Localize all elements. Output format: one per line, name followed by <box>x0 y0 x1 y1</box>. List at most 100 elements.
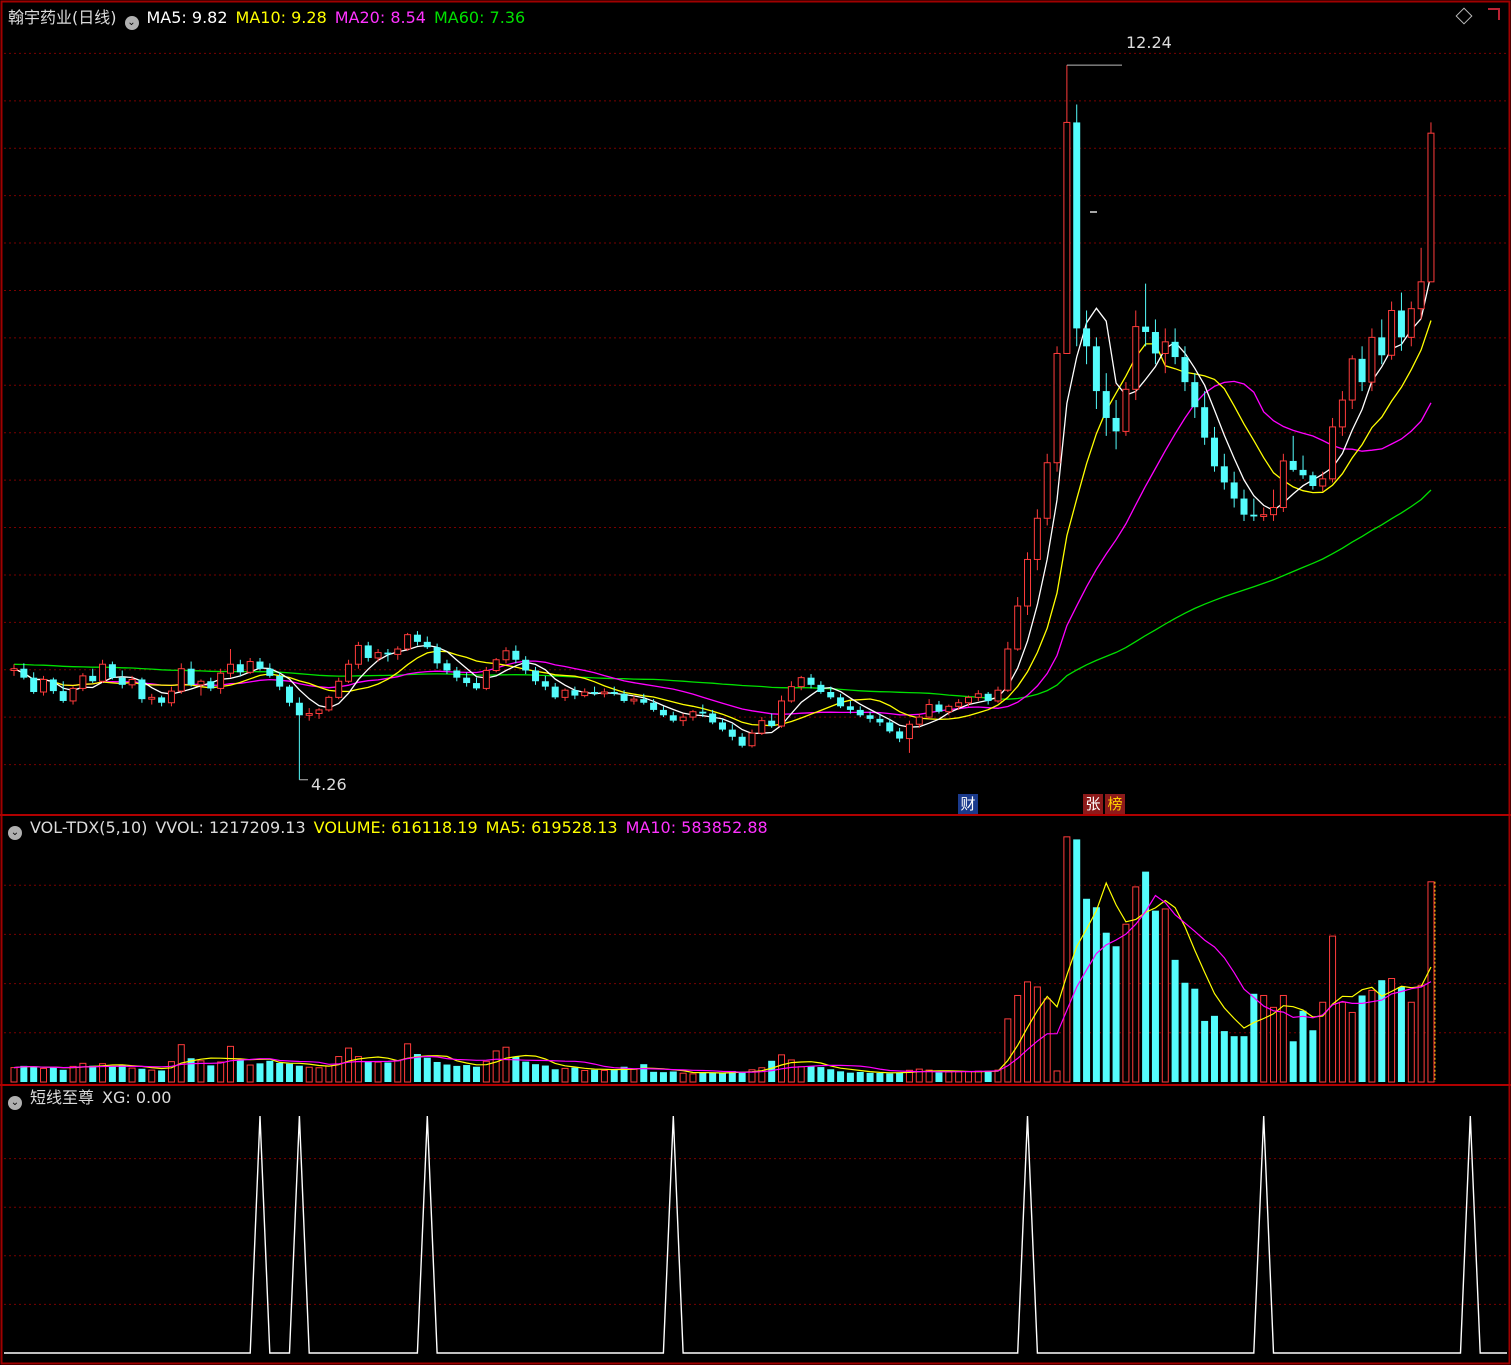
candle[interactable] <box>1063 65 1071 354</box>
candle[interactable] <box>905 720 913 753</box>
candle[interactable] <box>1358 346 1366 392</box>
candle[interactable] <box>266 663 274 678</box>
candle[interactable] <box>1260 507 1268 521</box>
volume-bar[interactable] <box>984 1070 992 1082</box>
candle[interactable] <box>1112 400 1120 450</box>
volume-bar[interactable] <box>610 1069 618 1082</box>
candle[interactable] <box>581 688 589 698</box>
volume-bar[interactable] <box>364 1061 372 1082</box>
candle[interactable] <box>728 724 736 741</box>
candle[interactable] <box>1191 373 1199 418</box>
volume-bar[interactable] <box>1329 935 1337 1083</box>
volume-bar[interactable] <box>1407 1001 1415 1083</box>
settings-toggle-icon[interactable]: ⌄ <box>124 16 139 30</box>
candle[interactable] <box>896 727 904 743</box>
volume-bar[interactable] <box>158 1070 166 1082</box>
volume-bar[interactable] <box>797 1066 805 1083</box>
volume-bar[interactable] <box>994 1069 1002 1083</box>
candle[interactable] <box>778 695 786 728</box>
candle[interactable] <box>138 677 146 703</box>
candle[interactable] <box>364 641 372 662</box>
candle[interactable] <box>502 647 510 664</box>
volume-bar[interactable] <box>236 1059 244 1082</box>
volume-bar[interactable] <box>423 1057 431 1082</box>
candle[interactable] <box>404 632 412 651</box>
volume-bar[interactable] <box>345 1047 353 1083</box>
candle[interactable] <box>1201 391 1209 445</box>
candle[interactable] <box>158 695 166 707</box>
volume-bar[interactable] <box>1014 994 1022 1083</box>
volume-settings-icon[interactable]: ⌄ <box>8 826 22 840</box>
corner-arrow-icon[interactable] <box>1488 8 1500 20</box>
volume-bar[interactable] <box>571 1067 579 1082</box>
stock-chart-window[interactable]: 翰宇药业(日线) ⌄ MA5: 9.82 MA10: 9.28 MA20: 8.54 MA… <box>0 0 1511 1365</box>
volume-bar[interactable] <box>443 1064 451 1082</box>
finance-tag[interactable]: 财 <box>958 794 978 814</box>
candle[interactable] <box>236 659 244 676</box>
candle[interactable] <box>758 717 766 735</box>
volume-bar[interactable] <box>1250 993 1258 1082</box>
volume-bar[interactable] <box>108 1066 116 1082</box>
candle[interactable] <box>108 661 116 680</box>
volume-bar[interactable] <box>1220 1031 1228 1082</box>
volume-bar[interactable] <box>207 1065 215 1082</box>
volume-bar[interactable] <box>79 1062 87 1083</box>
volume-bar[interactable] <box>1043 998 1051 1083</box>
volume-bar[interactable] <box>335 1056 343 1083</box>
volume-bar[interactable] <box>522 1061 530 1082</box>
volume-bar[interactable] <box>1063 836 1071 1083</box>
volume-bar[interactable] <box>286 1063 294 1082</box>
volume-bar[interactable] <box>846 1072 854 1082</box>
candle[interactable] <box>30 672 38 694</box>
volume-bar[interactable] <box>591 1069 599 1082</box>
volume-bar[interactable] <box>630 1068 638 1083</box>
volume-bar[interactable] <box>49 1067 57 1082</box>
candle[interactable] <box>1368 328 1376 392</box>
volume-bar[interactable] <box>581 1069 589 1083</box>
candle[interactable] <box>718 718 726 732</box>
candle[interactable] <box>345 659 353 684</box>
limit-up-tag[interactable]: 张 <box>1083 794 1103 814</box>
volume-bar[interactable] <box>807 1066 815 1082</box>
chart-canvas[interactable] <box>0 0 1511 1365</box>
volume-bar[interactable] <box>955 1071 963 1083</box>
volume-bar[interactable] <box>40 1067 48 1083</box>
candle[interactable] <box>1397 292 1405 351</box>
volume-bar[interactable] <box>1132 886 1140 1083</box>
volume-bar[interactable] <box>217 1061 225 1083</box>
candle[interactable] <box>738 733 746 748</box>
volume-bar[interactable] <box>945 1071 953 1083</box>
candle[interactable] <box>1033 509 1041 571</box>
candle[interactable] <box>925 699 933 719</box>
volume-bar[interactable] <box>394 1060 402 1083</box>
volume-bar[interactable] <box>266 1060 274 1082</box>
volume-bar[interactable] <box>679 1072 687 1083</box>
volume-bar[interactable] <box>1338 1001 1346 1083</box>
volume-bar[interactable] <box>374 1061 382 1083</box>
volume-bar[interactable] <box>325 1065 333 1083</box>
volume-bar[interactable] <box>1161 908 1169 1083</box>
volume-bar[interactable] <box>669 1071 677 1082</box>
candle[interactable] <box>1279 453 1287 512</box>
volume-bar[interactable] <box>1309 1030 1317 1082</box>
candle[interactable] <box>354 641 362 669</box>
candle[interactable] <box>325 695 333 712</box>
volume-bar[interactable] <box>472 1066 480 1082</box>
volume-bar[interactable] <box>551 1069 559 1082</box>
volume-bar[interactable] <box>896 1072 904 1082</box>
volume-bar[interactable] <box>1210 1015 1218 1082</box>
volume-bar[interactable] <box>1122 923 1130 1083</box>
volume-bar[interactable] <box>69 1065 77 1083</box>
volume-bar[interactable] <box>1004 1018 1012 1083</box>
candle[interactable] <box>1171 328 1179 365</box>
candle[interactable] <box>1289 435 1297 472</box>
volume-bar[interactable] <box>886 1073 894 1082</box>
candle[interactable] <box>167 686 175 707</box>
volume-bar[interactable] <box>502 1046 510 1083</box>
candle[interactable] <box>472 677 480 691</box>
candle[interactable] <box>1417 247 1425 320</box>
volume-bar[interactable] <box>1112 946 1120 1082</box>
candle[interactable] <box>600 688 608 698</box>
volume-bar[interactable] <box>1417 984 1425 1083</box>
candle[interactable] <box>522 656 530 675</box>
